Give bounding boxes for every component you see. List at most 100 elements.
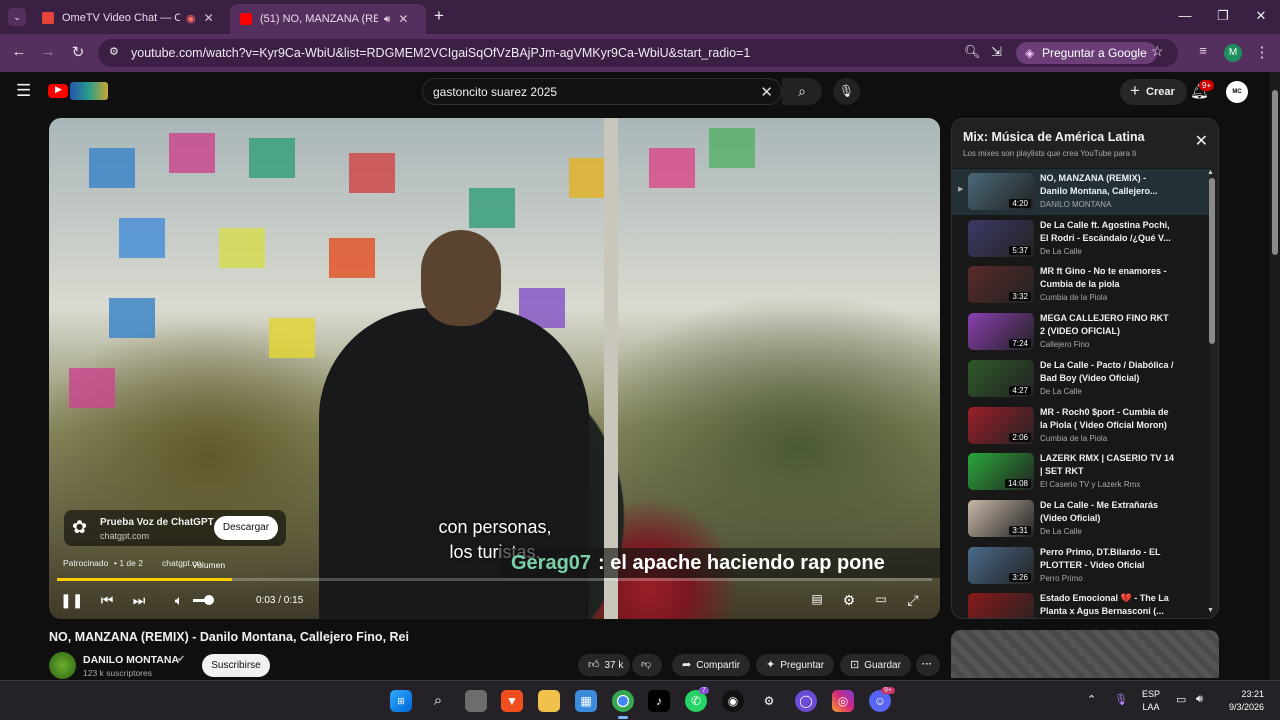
scroll-up-arrow-icon[interactable]: ▲ bbox=[1207, 169, 1214, 176]
volume-tooltip: Volumen bbox=[192, 560, 226, 570]
playlist-item[interactable]: 3:26 Perro Primo, DT.Bilardo - EL PLOTTER… bbox=[952, 543, 1210, 589]
new-tab-button[interactable]: + bbox=[434, 6, 444, 26]
instagram-icon[interactable]: ◎ bbox=[832, 690, 854, 712]
tab-youtube[interactable]: (51) NO, MANZANA (REMIX 🔊︎ ✕ bbox=[230, 4, 426, 34]
browser-menu-icon[interactable]: ⋮ bbox=[1252, 43, 1272, 61]
network-icon[interactable]: ▭ bbox=[1176, 693, 1186, 706]
clear-search-icon[interactable]: ✕ bbox=[760, 83, 773, 101]
ad-download-button[interactable]: Descargar bbox=[214, 516, 278, 540]
video-duration: 7:24 bbox=[1009, 339, 1031, 349]
subtitles-icon[interactable]: ▤ bbox=[807, 592, 827, 606]
next-icon[interactable]: ⏭ bbox=[129, 592, 149, 609]
profile-avatar[interactable]: M bbox=[1224, 44, 1242, 62]
video-thumbnail: 2:06 bbox=[968, 406, 1034, 444]
settings-gear-icon[interactable]: ⚙ bbox=[839, 592, 859, 609]
papel-picado-flag bbox=[269, 318, 315, 358]
channel-avatar[interactable] bbox=[49, 652, 76, 679]
close-tab-icon[interactable]: ✕ bbox=[398, 12, 408, 26]
playlist-item[interactable]: 3:31 De La Calle - Me Extrañarás (Video O… bbox=[952, 496, 1210, 542]
playlist-item[interactable]: 4:27 De La Calle - Pacto / Diabólica / Ba… bbox=[952, 356, 1210, 402]
playlist-scrollbar[interactable] bbox=[1209, 178, 1215, 344]
search-icon[interactable]: ⌕ bbox=[427, 690, 449, 712]
volume-icon[interactable]: 🔈︎ bbox=[169, 592, 189, 609]
audio-playing-icon[interactable]: 🔊︎ bbox=[384, 14, 390, 25]
chrome-icon[interactable] bbox=[612, 690, 634, 719]
voice-search-button[interactable]: 🎙︎ bbox=[833, 78, 860, 105]
search-box[interactable]: gastoncito suarez 2025 ✕ bbox=[422, 78, 782, 105]
page-scrollbar-thumb[interactable] bbox=[1272, 90, 1278, 255]
more-actions-button[interactable]: ··· bbox=[916, 654, 940, 676]
input-language[interactable]: ESP LAA bbox=[1142, 688, 1160, 714]
search-button[interactable]: ⌕ bbox=[782, 78, 822, 105]
address-bar[interactable]: ⚙ youtube.com/watch?v=Kyr9Ca-WbiU&list=R… bbox=[98, 39, 1178, 67]
windows-start-icon[interactable]: ⊞ bbox=[390, 690, 412, 712]
microsoft-store-icon[interactable]: ▦ bbox=[575, 690, 597, 712]
playlist-item[interactable]: ▶ 4:20 NO, MANZANA (REMIX) - Danilo Montan… bbox=[952, 169, 1210, 215]
create-button[interactable]: Crear bbox=[1120, 78, 1187, 105]
close-tab-icon[interactable]: ✕ bbox=[204, 11, 214, 25]
minimize-button[interactable]: — bbox=[1166, 8, 1204, 23]
progress-bar[interactable] bbox=[57, 578, 932, 581]
doodle-logo-icon[interactable] bbox=[70, 82, 108, 100]
scroll-down-arrow-icon[interactable]: ▼ bbox=[1207, 607, 1214, 614]
ad-banner-placeholder[interactable] bbox=[951, 630, 1219, 678]
app-icon[interactable]: ◯ bbox=[795, 690, 817, 712]
forward-arrow-icon[interactable]: → bbox=[38, 43, 58, 60]
back-arrow-icon[interactable]: ← bbox=[9, 43, 29, 60]
search-input[interactable]: gastoncito suarez 2025 bbox=[433, 85, 557, 99]
channel-name[interactable]: DANILO MONTANA bbox=[83, 654, 179, 666]
media-controls-icon[interactable]: ≡ bbox=[1193, 43, 1213, 58]
close-window-button[interactable]: ✕ bbox=[1242, 8, 1280, 24]
reload-icon[interactable]: ↻ bbox=[68, 43, 88, 61]
theater-mode-icon[interactable]: ▭ bbox=[871, 592, 891, 606]
playlist-item-channel: De La Calle bbox=[1040, 246, 1082, 256]
zoom-icon[interactable]: 🔍︎ bbox=[964, 44, 981, 60]
file-explorer-icon[interactable] bbox=[538, 690, 560, 712]
close-playlist-icon[interactable]: ✕ bbox=[1195, 131, 1208, 151]
playlist-item[interactable]: 3:17Estado Emocional 💔 - The La Planta x… bbox=[952, 589, 1210, 618]
like-button[interactable]: 👍︎ 37 k bbox=[578, 654, 630, 676]
microphone-tray-icon[interactable]: 🎙︎ bbox=[1114, 693, 1128, 706]
subscribe-button[interactable]: Suscribirse bbox=[202, 654, 270, 677]
language-line-1: ESP bbox=[1142, 689, 1161, 699]
papel-picado-flag bbox=[709, 128, 755, 168]
tab-list-dropdown[interactable]: ⌄ bbox=[8, 8, 26, 26]
thumbs-up-icon: 👍︎ bbox=[588, 659, 600, 671]
playlist-item[interactable]: 14:08 LAZERK RMX | CASERIO TV 14 | SET RK… bbox=[952, 449, 1210, 495]
brave-browser-icon[interactable]: ▼ bbox=[501, 690, 523, 712]
playlist-item[interactable]: 5:37 De La Calle ft. Agostina Pochi, El R… bbox=[952, 216, 1210, 262]
playlist-item[interactable]: 7:24 MEGA CALLEJERO FINO RKT 2 (VIDEO OFI… bbox=[952, 309, 1210, 355]
previous-icon[interactable]: ⏮ bbox=[97, 592, 117, 609]
site-info-icon[interactable]: ⚙ bbox=[109, 45, 119, 58]
clock[interactable]: 23:21 9/3/2026 bbox=[1222, 688, 1264, 714]
playlist-item[interactable]: 3:32 MR ft Gino - No te enamores - Cumbia… bbox=[952, 262, 1210, 308]
fullscreen-icon[interactable]: ⤢ bbox=[903, 592, 923, 609]
task-view-icon[interactable] bbox=[465, 690, 487, 712]
volume-knob[interactable] bbox=[204, 595, 214, 605]
maximize-button[interactable]: ❐ bbox=[1204, 8, 1242, 24]
show-hidden-icons[interactable]: ⌃ bbox=[1087, 693, 1096, 706]
caption-line-1: con personas, bbox=[438, 517, 552, 537]
playlist-item-title: Estado Emocional 💔 - The La Planta x Agu… bbox=[1040, 593, 1169, 617]
share-arrow-icon: ➦ bbox=[682, 659, 692, 671]
install-app-icon[interactable]: ⇲ bbox=[991, 44, 1002, 60]
github-icon[interactable]: ◉ bbox=[722, 690, 744, 712]
settings-icon[interactable]: ⚙ bbox=[758, 690, 780, 712]
bookmark-star-icon[interactable]: ☆ bbox=[1151, 43, 1164, 60]
youtube-logo[interactable]: ▶ bbox=[48, 84, 68, 98]
save-button[interactable]: ⊡ Guardar bbox=[840, 654, 911, 676]
tiktok-icon[interactable]: ♪ bbox=[648, 690, 670, 712]
papel-picado-flag bbox=[89, 148, 135, 188]
tab-ometv[interactable]: OmeTV Video Chat — Ome ◉ ✕ bbox=[32, 4, 228, 32]
share-button[interactable]: ➦ Compartir bbox=[672, 654, 751, 676]
hamburger-menu-icon[interactable]: ☰ bbox=[16, 81, 31, 101]
dislike-button[interactable]: 👎︎ bbox=[632, 654, 662, 676]
playlist-item[interactable]: 2:06 MR - Roch0 $port - Cumbia de la Piol… bbox=[952, 403, 1210, 449]
speaker-icon[interactable]: 🔊︎ bbox=[1196, 693, 1203, 706]
account-avatar[interactable]: MC bbox=[1226, 81, 1248, 103]
recording-indicator-icon: ◉ bbox=[186, 12, 196, 25]
bookmark-icon: ⊡ bbox=[850, 659, 860, 671]
pause-icon[interactable]: ❚❚ bbox=[60, 592, 83, 609]
ask-button[interactable]: ✦ Preguntar bbox=[756, 654, 835, 676]
ask-google-button[interactable]: Preguntar a Google bbox=[1016, 42, 1157, 64]
